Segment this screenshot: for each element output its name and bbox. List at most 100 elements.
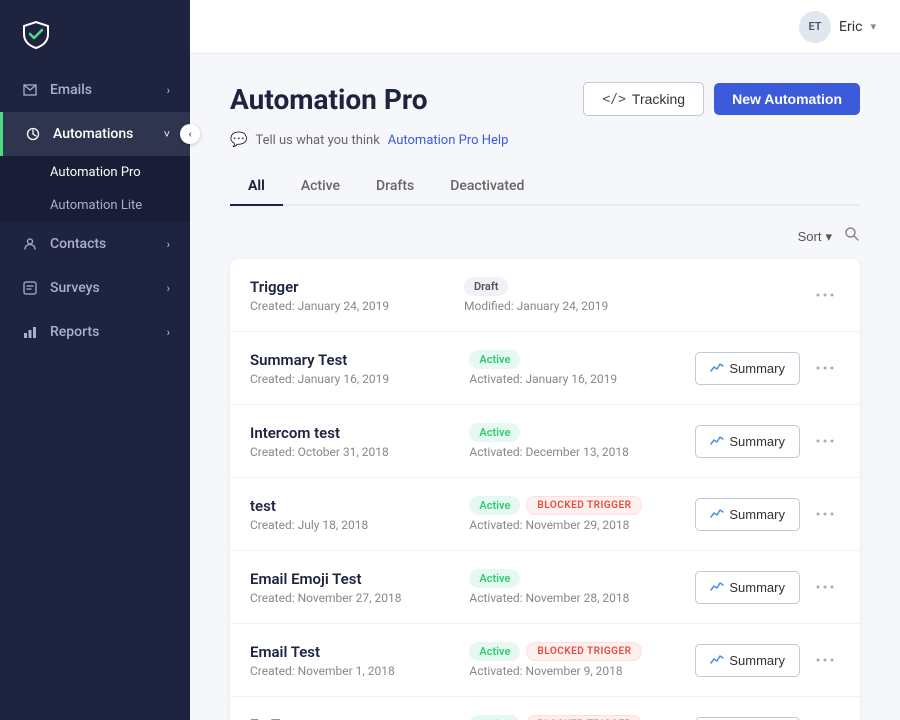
sort-chevron-icon: ▾ bbox=[825, 229, 832, 245]
automation-status-block: Active Activated: January 16, 2019 bbox=[469, 350, 679, 386]
automation-list: Trigger Created: January 24, 2019 Draft … bbox=[230, 259, 860, 720]
automation-info: test Created: July 18, 2018 bbox=[250, 497, 469, 532]
status-badge: Active bbox=[469, 715, 520, 720]
automations-nav-label: Automations bbox=[53, 126, 133, 142]
help-link[interactable]: Automation Pro Help bbox=[388, 133, 509, 148]
contacts-icon bbox=[20, 234, 40, 254]
more-dots-icon bbox=[816, 658, 834, 662]
chart-icon bbox=[710, 579, 724, 596]
automation-row: Summary Test Created: January 16, 2019 A… bbox=[230, 332, 860, 405]
more-options-button[interactable] bbox=[810, 581, 840, 593]
automation-created-date: Created: January 16, 2019 bbox=[250, 372, 469, 386]
summary-button[interactable]: Summary bbox=[695, 425, 800, 458]
tracking-button[interactable]: </> Tracking bbox=[583, 82, 704, 116]
status-badges: Active BLOCKED TRIGGER bbox=[469, 496, 679, 515]
sidebar-item-automations[interactable]: Automations ˅ ‹ bbox=[0, 112, 190, 156]
more-options-button[interactable] bbox=[810, 362, 840, 374]
reports-icon bbox=[20, 322, 40, 342]
status-badges: Draft bbox=[464, 277, 674, 296]
sidebar-item-automation-pro[interactable]: Automation Pro bbox=[0, 156, 190, 189]
automation-created-date: Created: October 31, 2018 bbox=[250, 445, 469, 459]
email-icon bbox=[20, 80, 40, 100]
sidebar: Emails › Automations ˅ ‹ Automation Pro … bbox=[0, 0, 190, 720]
automation-status-block: Active BLOCKED TRIGGER Activated: Novemb… bbox=[469, 642, 679, 678]
more-options-button[interactable] bbox=[810, 289, 840, 301]
automation-row: test Created: July 18, 2018 Active BLOCK… bbox=[230, 478, 860, 551]
reports-nav-arrow: › bbox=[167, 326, 170, 339]
automation-created-date: Created: July 18, 2018 bbox=[250, 518, 469, 532]
automation-modified-date: Activated: November 28, 2018 bbox=[469, 591, 679, 605]
status-badge: Active bbox=[469, 569, 520, 588]
automation-info: Email Emoji Test Created: November 27, 2… bbox=[250, 570, 469, 605]
page-title: Automation Pro bbox=[230, 83, 428, 116]
surveys-icon bbox=[20, 278, 40, 298]
summary-label: Summary bbox=[729, 434, 785, 449]
sidebar-collapse-button[interactable]: ‹ bbox=[180, 124, 200, 144]
blocked-trigger-badge: BLOCKED TRIGGER bbox=[526, 642, 642, 661]
automation-row: Email Emoji Test Created: November 27, 2… bbox=[230, 551, 860, 624]
automation-status-block: Active Activated: December 13, 2018 bbox=[469, 423, 679, 459]
app-logo-icon bbox=[20, 18, 52, 50]
avatar: ET bbox=[799, 11, 831, 43]
sidebar-item-reports[interactable]: Reports › bbox=[0, 310, 190, 354]
automation-row: Email Test Created: November 1, 2018 Act… bbox=[230, 624, 860, 697]
sort-button[interactable]: Sort ▾ bbox=[798, 229, 832, 245]
new-automation-button[interactable]: New Automation bbox=[714, 83, 860, 115]
automation-modified-date: Activated: November 9, 2018 bbox=[469, 664, 679, 678]
help-prompt-text: Tell us what you think bbox=[255, 133, 379, 148]
automation-modified-date: Activated: January 16, 2019 bbox=[469, 372, 679, 386]
sidebar-logo bbox=[0, 0, 190, 68]
more-dots-icon bbox=[816, 366, 834, 370]
automation-name: Intercom test bbox=[250, 424, 469, 442]
automation-info: Intercom test Created: October 31, 2018 bbox=[250, 424, 469, 459]
sidebar-item-automation-lite[interactable]: Automation Lite bbox=[0, 189, 190, 222]
search-button[interactable] bbox=[844, 226, 860, 247]
summary-button[interactable]: Summary bbox=[695, 644, 800, 677]
automation-name: E - Test bbox=[250, 716, 469, 720]
more-options-button[interactable] bbox=[810, 508, 840, 520]
automation-row: Intercom test Created: October 31, 2018 … bbox=[230, 405, 860, 478]
automation-row: E - Test Created: June 26, 2018 Active B… bbox=[230, 697, 860, 720]
summary-button[interactable]: Summary bbox=[695, 352, 800, 385]
summary-label: Summary bbox=[729, 580, 785, 595]
tab-all[interactable]: All bbox=[230, 168, 283, 206]
summary-button[interactable]: Summary bbox=[695, 571, 800, 604]
help-bar: 💬 Tell us what you think Automation Pro … bbox=[230, 132, 860, 148]
summary-button[interactable]: Summary bbox=[695, 498, 800, 531]
tab-drafts[interactable]: Drafts bbox=[358, 168, 432, 206]
sidebar-item-contacts[interactable]: Contacts › bbox=[0, 222, 190, 266]
automation-status-block: Active BLOCKED TRIGGER Activated: Novemb… bbox=[469, 496, 679, 532]
main-area: ET Eric ▾ Automation Pro </> Tracking Ne… bbox=[190, 0, 900, 720]
automation-status-block: Active Activated: November 28, 2018 bbox=[469, 569, 679, 605]
content-area: Automation Pro </> Tracking New Automati… bbox=[190, 54, 900, 720]
more-options-button[interactable] bbox=[810, 654, 840, 666]
automation-name: Email Emoji Test bbox=[250, 570, 469, 588]
tab-active[interactable]: Active bbox=[283, 168, 358, 206]
sidebar-item-surveys[interactable]: Surveys › bbox=[0, 266, 190, 310]
chart-icon bbox=[710, 360, 724, 377]
blocked-trigger-badge: BLOCKED TRIGGER bbox=[526, 496, 642, 515]
more-dots-icon bbox=[816, 439, 834, 443]
automations-sub-menu: Automation Pro Automation Lite bbox=[0, 156, 190, 222]
automation-created-date: Created: January 24, 2019 bbox=[250, 299, 464, 313]
blocked-trigger-badge: BLOCKED TRIGGER bbox=[526, 715, 642, 720]
automation-icon bbox=[23, 124, 43, 144]
contacts-nav-arrow: › bbox=[167, 238, 170, 251]
message-icon: 💬 bbox=[230, 132, 247, 148]
list-toolbar: Sort ▾ bbox=[230, 226, 860, 247]
more-options-button[interactable] bbox=[810, 435, 840, 447]
sidebar-item-emails[interactable]: Emails › bbox=[0, 68, 190, 112]
tab-deactivated[interactable]: Deactivated bbox=[432, 168, 542, 206]
surveys-nav-arrow: › bbox=[167, 282, 170, 295]
automation-status-block: Draft Modified: January 24, 2019 bbox=[464, 277, 674, 313]
summary-button[interactable]: Summary bbox=[695, 717, 800, 720]
automation-info: E - Test Created: June 26, 2018 bbox=[250, 716, 469, 720]
tabs-bar: All Active Drafts Deactivated bbox=[230, 168, 860, 206]
user-menu[interactable]: ET Eric ▾ bbox=[799, 11, 876, 43]
status-badge: Active bbox=[469, 642, 520, 661]
automation-modified-date: Activated: November 29, 2018 bbox=[469, 518, 679, 532]
automation-info: Summary Test Created: January 16, 2019 bbox=[250, 351, 469, 386]
status-badge: Active bbox=[469, 496, 520, 515]
topbar: ET Eric ▾ bbox=[190, 0, 900, 54]
emails-nav-label: Emails bbox=[50, 82, 92, 98]
